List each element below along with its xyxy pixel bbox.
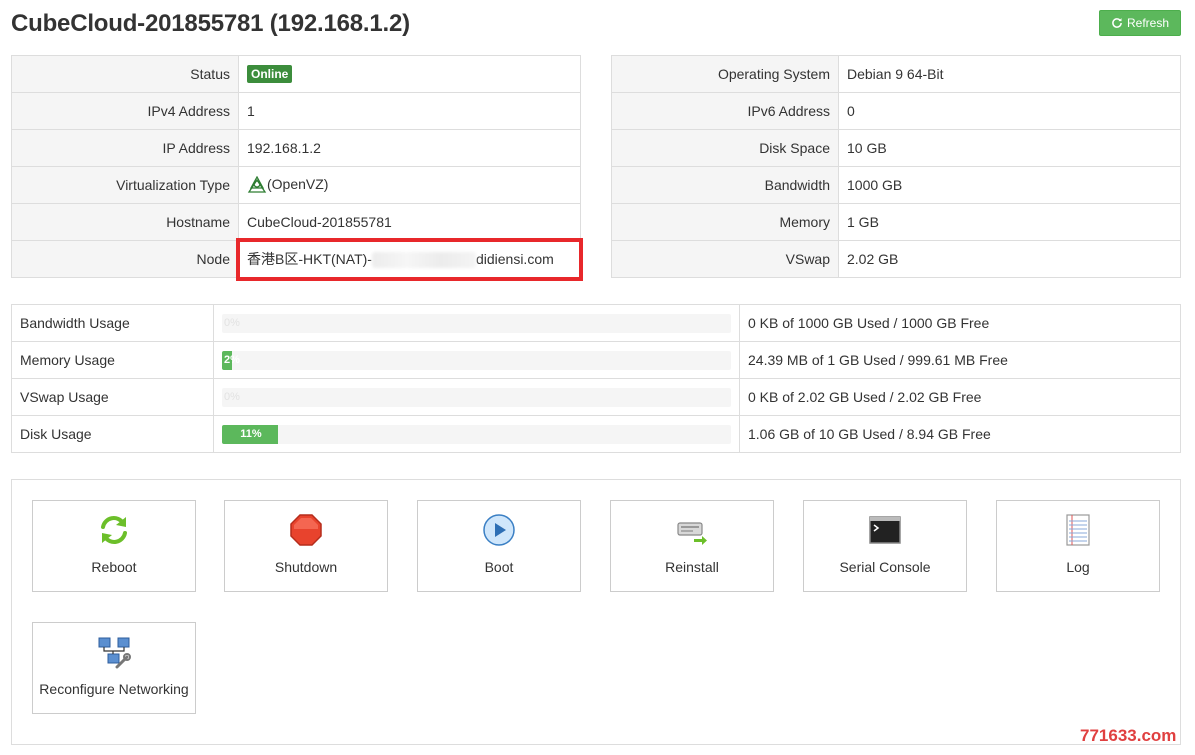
info-value: 1 GB [838, 203, 1181, 241]
refresh-label: Refresh [1126, 16, 1170, 30]
info-value: 192.168.1.2 [238, 129, 581, 167]
progress-percent: 0% [224, 391, 240, 403]
progress-bar: 0% [222, 313, 731, 333]
progress-bar: 2% [222, 350, 731, 370]
usage-label: VSwap Usage [11, 378, 214, 416]
usage-label: Memory Usage [11, 341, 214, 379]
resource-info-table: Operating System Debian 9 64-Bit IPv6 Ad… [611, 55, 1181, 278]
usage-detail: 0 KB of 1000 GB Used / 1000 GB Free [739, 304, 1181, 342]
info-label: IPv6 Address [611, 92, 839, 130]
refresh-icon [1112, 18, 1122, 28]
reconfigure-networking-button[interactable]: Reconfigure Networking [32, 622, 196, 714]
reinstall-icon [677, 522, 707, 545]
info-row-virtualization: Virtualization Type (OpenVZ) [11, 166, 581, 204]
actions-panel: Reboot Shutdown Boot Reinstall Serial Co… [11, 479, 1181, 745]
refresh-button[interactable]: Refresh [1099, 10, 1181, 36]
info-value: 1000 GB [838, 166, 1181, 204]
node-suffix: didiensi.com [475, 251, 554, 267]
usage-label: Bandwidth Usage [11, 304, 214, 342]
info-label: Operating System [611, 55, 839, 93]
action-label: Log [1066, 559, 1090, 575]
action-label: Shutdown [274, 559, 338, 575]
serial-console-icon [869, 516, 901, 544]
action-label: Reinstall [665, 559, 719, 575]
progress-bar: 11% [222, 424, 731, 444]
usage-row-vswap: VSwap Usage 0% 0 KB of 2.02 GB Used / 2.… [11, 378, 1181, 416]
log-icon [1066, 514, 1090, 546]
info-label: Disk Space [611, 129, 839, 167]
info-row-ip: IP Address 192.168.1.2 [11, 129, 581, 167]
progress-percent: 11% [240, 428, 262, 440]
info-label: VSwap [611, 240, 839, 278]
info-value: (OpenVZ) [238, 166, 581, 204]
info-row-hostname: Hostname CubeCloud-201855781 [11, 203, 581, 241]
info-row-os: Operating System Debian 9 64-Bit [611, 55, 1181, 93]
info-value: 10 GB [838, 129, 1181, 167]
usage-bar-cell: 0% [213, 378, 740, 416]
action-label: Boot [484, 559, 514, 575]
progress-percent: 2% [224, 354, 240, 366]
usage-bar-cell: 0% [213, 304, 740, 342]
info-label: Status [11, 55, 239, 93]
info-value: 香港B区-HKT(NAT)- didiensi.com [238, 240, 581, 278]
network-icon [98, 637, 131, 669]
boot-icon [483, 514, 515, 546]
action-label: Reconfigure Networking [39, 681, 189, 697]
usage-detail: 24.39 MB of 1 GB Used / 999.61 MB Free [739, 341, 1181, 379]
usage-bar-cell: 2% [213, 341, 740, 379]
shutdown-icon [290, 514, 322, 546]
info-row-status: Status Online [11, 55, 581, 93]
usage-row-bandwidth: Bandwidth Usage 0% 0 KB of 1000 GB Used … [11, 304, 1181, 342]
reboot-button[interactable]: Reboot [32, 500, 196, 592]
boot-button[interactable]: Boot [417, 500, 581, 592]
info-row-disk: Disk Space 10 GB [611, 129, 1181, 167]
openvz-icon [247, 176, 267, 193]
info-row-vswap: VSwap 2.02 GB [611, 240, 1181, 278]
serial-console-button[interactable]: Serial Console [803, 500, 967, 592]
info-value: 2.02 GB [838, 240, 1181, 278]
node-prefix: 香港B区-HKT(NAT)- [247, 251, 372, 267]
info-row-bandwidth: Bandwidth 1000 GB [611, 166, 1181, 204]
action-label: Reboot [91, 559, 137, 575]
shutdown-button[interactable]: Shutdown [224, 500, 388, 592]
usage-table: Bandwidth Usage 0% 0 KB of 1000 GB Used … [11, 304, 1181, 453]
usage-detail: 1.06 GB of 10 GB Used / 8.94 GB Free [739, 415, 1181, 453]
info-value: Debian 9 64-Bit [838, 55, 1181, 93]
info-label: IP Address [11, 129, 239, 167]
info-value: 1 [238, 92, 581, 130]
info-value: Online [238, 55, 581, 93]
info-label: Memory [611, 203, 839, 241]
watermark-text: 771633.com [1080, 726, 1177, 745]
log-button[interactable]: Log [996, 500, 1160, 592]
usage-row-disk: Disk Usage 11% 1.06 GB of 10 GB Used / 8… [11, 415, 1181, 453]
redacted-text [371, 252, 476, 269]
usage-detail: 0 KB of 2.02 GB Used / 2.02 GB Free [739, 378, 1181, 416]
usage-row-memory: Memory Usage 2% 24.39 MB of 1 GB Used / … [11, 341, 1181, 379]
info-value: CubeCloud-201855781 [238, 203, 581, 241]
usage-bar-cell: 11% [213, 415, 740, 453]
info-label: IPv4 Address [11, 92, 239, 130]
action-label: Serial Console [839, 559, 931, 575]
page-title: CubeCloud-201855781 (192.168.1.2) [11, 10, 410, 37]
info-row-ipv4: IPv4 Address 1 [11, 92, 581, 130]
server-info-table: Status Online IPv4 Address 1 IP Address … [11, 55, 581, 278]
info-row-node: Node 香港B区-HKT(NAT)- didiensi.com [11, 240, 581, 278]
info-label: Bandwidth [611, 166, 839, 204]
reboot-icon [101, 516, 127, 544]
virtualization-value: (OpenVZ) [267, 175, 329, 192]
info-row-ipv6: IPv6 Address 0 [611, 92, 1181, 130]
info-value: 0 [838, 92, 1181, 130]
info-label: Virtualization Type [11, 166, 239, 204]
usage-label: Disk Usage [11, 415, 214, 453]
info-label: Node [11, 240, 239, 278]
status-badge: Online [247, 65, 293, 83]
progress-percent: 0% [224, 317, 240, 329]
info-row-memory: Memory 1 GB [611, 203, 1181, 241]
progress-bar: 0% [222, 387, 731, 407]
info-label: Hostname [11, 203, 239, 241]
reinstall-button[interactable]: Reinstall [610, 500, 774, 592]
